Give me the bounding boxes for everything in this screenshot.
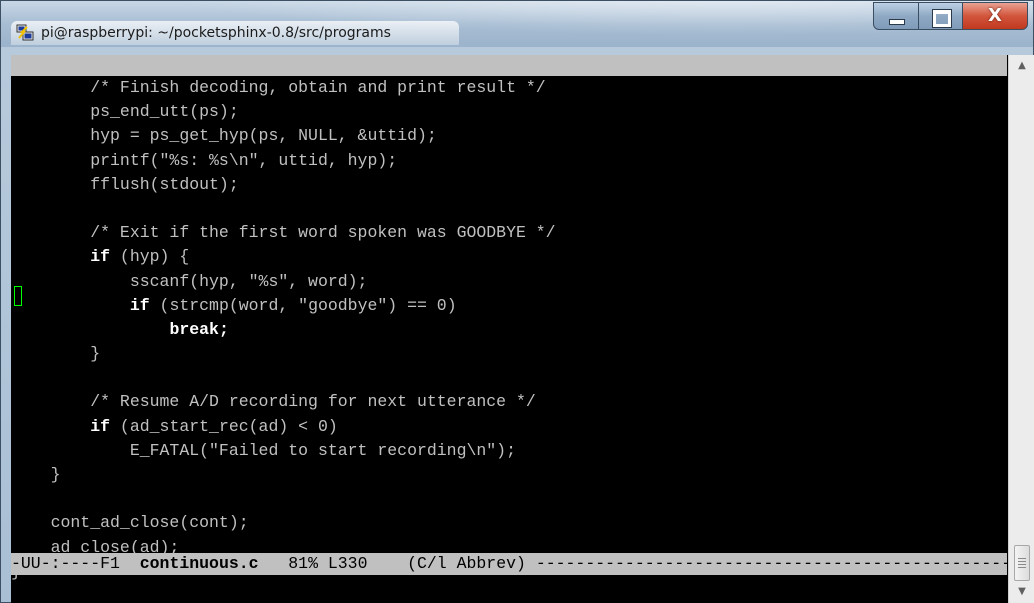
code-line: fflush(stdout); <box>11 173 1007 197</box>
thumb-grip-line <box>1018 564 1026 565</box>
thumb-grip-line <box>1018 561 1026 562</box>
code-text: } <box>11 344 101 364</box>
code-line: if (ad_start_rec(ad) < 0) <box>11 415 1007 439</box>
code-text: /* Finish decoding, obtain and print res… <box>11 78 546 97</box>
modeline-buffer-name: continuous.c <box>139 554 259 573</box>
code-editor[interactable]: /* Finish decoding, obtain and print res… <box>11 76 1007 581</box>
close-icon: X <box>988 5 1002 26</box>
terminal-window: pi@raspberrypi: ~/pocketsphinx-0.8/src/p… <box>0 0 1034 603</box>
code-line: break; <box>11 318 1007 342</box>
code-line: ps_end_utt(ps); <box>11 100 1007 124</box>
modeline-status: -UU-:----F1 <box>11 554 140 573</box>
code-text: printf("%s: %s\n", uttid, hyp); <box>11 150 398 170</box>
code-line: if (hyp) { <box>11 245 1007 269</box>
code-line: /* Exit if the first word spoken was GOO… <box>11 221 1007 245</box>
code-text: sscanf(hyp, "%s", word); <box>11 271 368 291</box>
title-bar[interactable]: pi@raspberrypi: ~/pocketsphinx-0.8/src/p… <box>1 1 1033 47</box>
code-line: /* Resume A/D recording for next utteran… <box>11 390 1007 414</box>
code-line: } <box>11 342 1007 366</box>
code-text: (ad_start_rec(ad) < 0) <box>110 416 338 436</box>
scroll-down-arrow-icon[interactable]: ▼ <box>1009 583 1034 601</box>
code-text: /* Resume A/D recording for next utteran… <box>11 392 536 412</box>
emacs-menu-bar: File Edit Options Buffers Tools C Help <box>11 55 1007 222</box>
emacs-mode-line: -UU-:----F1 continuous.c 81% L330 (C/l A… <box>11 553 1007 575</box>
text-cursor <box>14 286 22 306</box>
code-line: printf("%s: %s\n", uttid, hyp); <box>11 149 1007 173</box>
scroll-up-arrow-icon[interactable]: ▲ <box>1009 57 1034 75</box>
code-text: /* Exit if the first word spoken was GOO… <box>11 223 556 243</box>
code-line: hyp = ps_get_hyp(ps, NULL, &uttid); <box>11 124 1007 148</box>
code-text: (strcmp(word, "goodbye") == 0) <box>149 295 457 315</box>
code-text: fflush(stdout); <box>11 174 239 194</box>
close-button[interactable]: X <box>962 2 1028 30</box>
minimize-button[interactable] <box>873 2 919 30</box>
code-line: E_FATAL("Failed to start recording\n"); <box>11 439 1007 463</box>
putty-icon[interactable] <box>16 24 34 42</box>
code-keyword: if <box>90 247 111 267</box>
modeline-fill: ----------------------------------------… <box>535 554 1007 573</box>
code-text: hyp = ps_get_hyp(ps, NULL, &uttid); <box>11 126 437 146</box>
maximize-button[interactable] <box>918 2 963 30</box>
code-line: if (strcmp(word, "goodbye") == 0) <box>11 294 1007 318</box>
code-line: sscanf(hyp, "%s", word); <box>11 270 1007 294</box>
code-text: cont_ad_close(cont); <box>11 513 249 533</box>
maximize-icon <box>932 9 952 28</box>
window-title: pi@raspberrypi: ~/pocketsphinx-0.8/src/p… <box>41 25 391 41</box>
code-text: ps_end_utt(ps); <box>11 102 239 122</box>
code-keyword: if <box>90 416 111 436</box>
vertical-scrollbar[interactable]: ▲ ▼ <box>1008 55 1034 603</box>
code-keyword: break; <box>169 319 229 339</box>
modeline-major-mode: (C/l Abbrev) <box>397 554 536 573</box>
thumb-grip-line <box>1018 567 1026 568</box>
code-line: } <box>11 463 1007 487</box>
terminal-client-area[interactable]: File Edit Options Buffers Tools C Help /… <box>11 55 1034 603</box>
minimize-icon <box>889 19 905 25</box>
code-text: (hyp) { <box>110 247 190 267</box>
code-line: /* Finish decoding, obtain and print res… <box>11 76 1007 100</box>
code-text: E_FATAL("Failed to start recording\n"); <box>11 440 516 460</box>
modeline-position: 81% L330 <box>258 554 398 573</box>
code-keyword: if <box>129 295 150 315</box>
code-text: } <box>11 465 61 484</box>
scrollbar-thumb[interactable] <box>1014 545 1030 581</box>
thumb-grip-line <box>1018 558 1026 559</box>
code-line: cont_ad_close(cont); <box>11 511 1007 535</box>
